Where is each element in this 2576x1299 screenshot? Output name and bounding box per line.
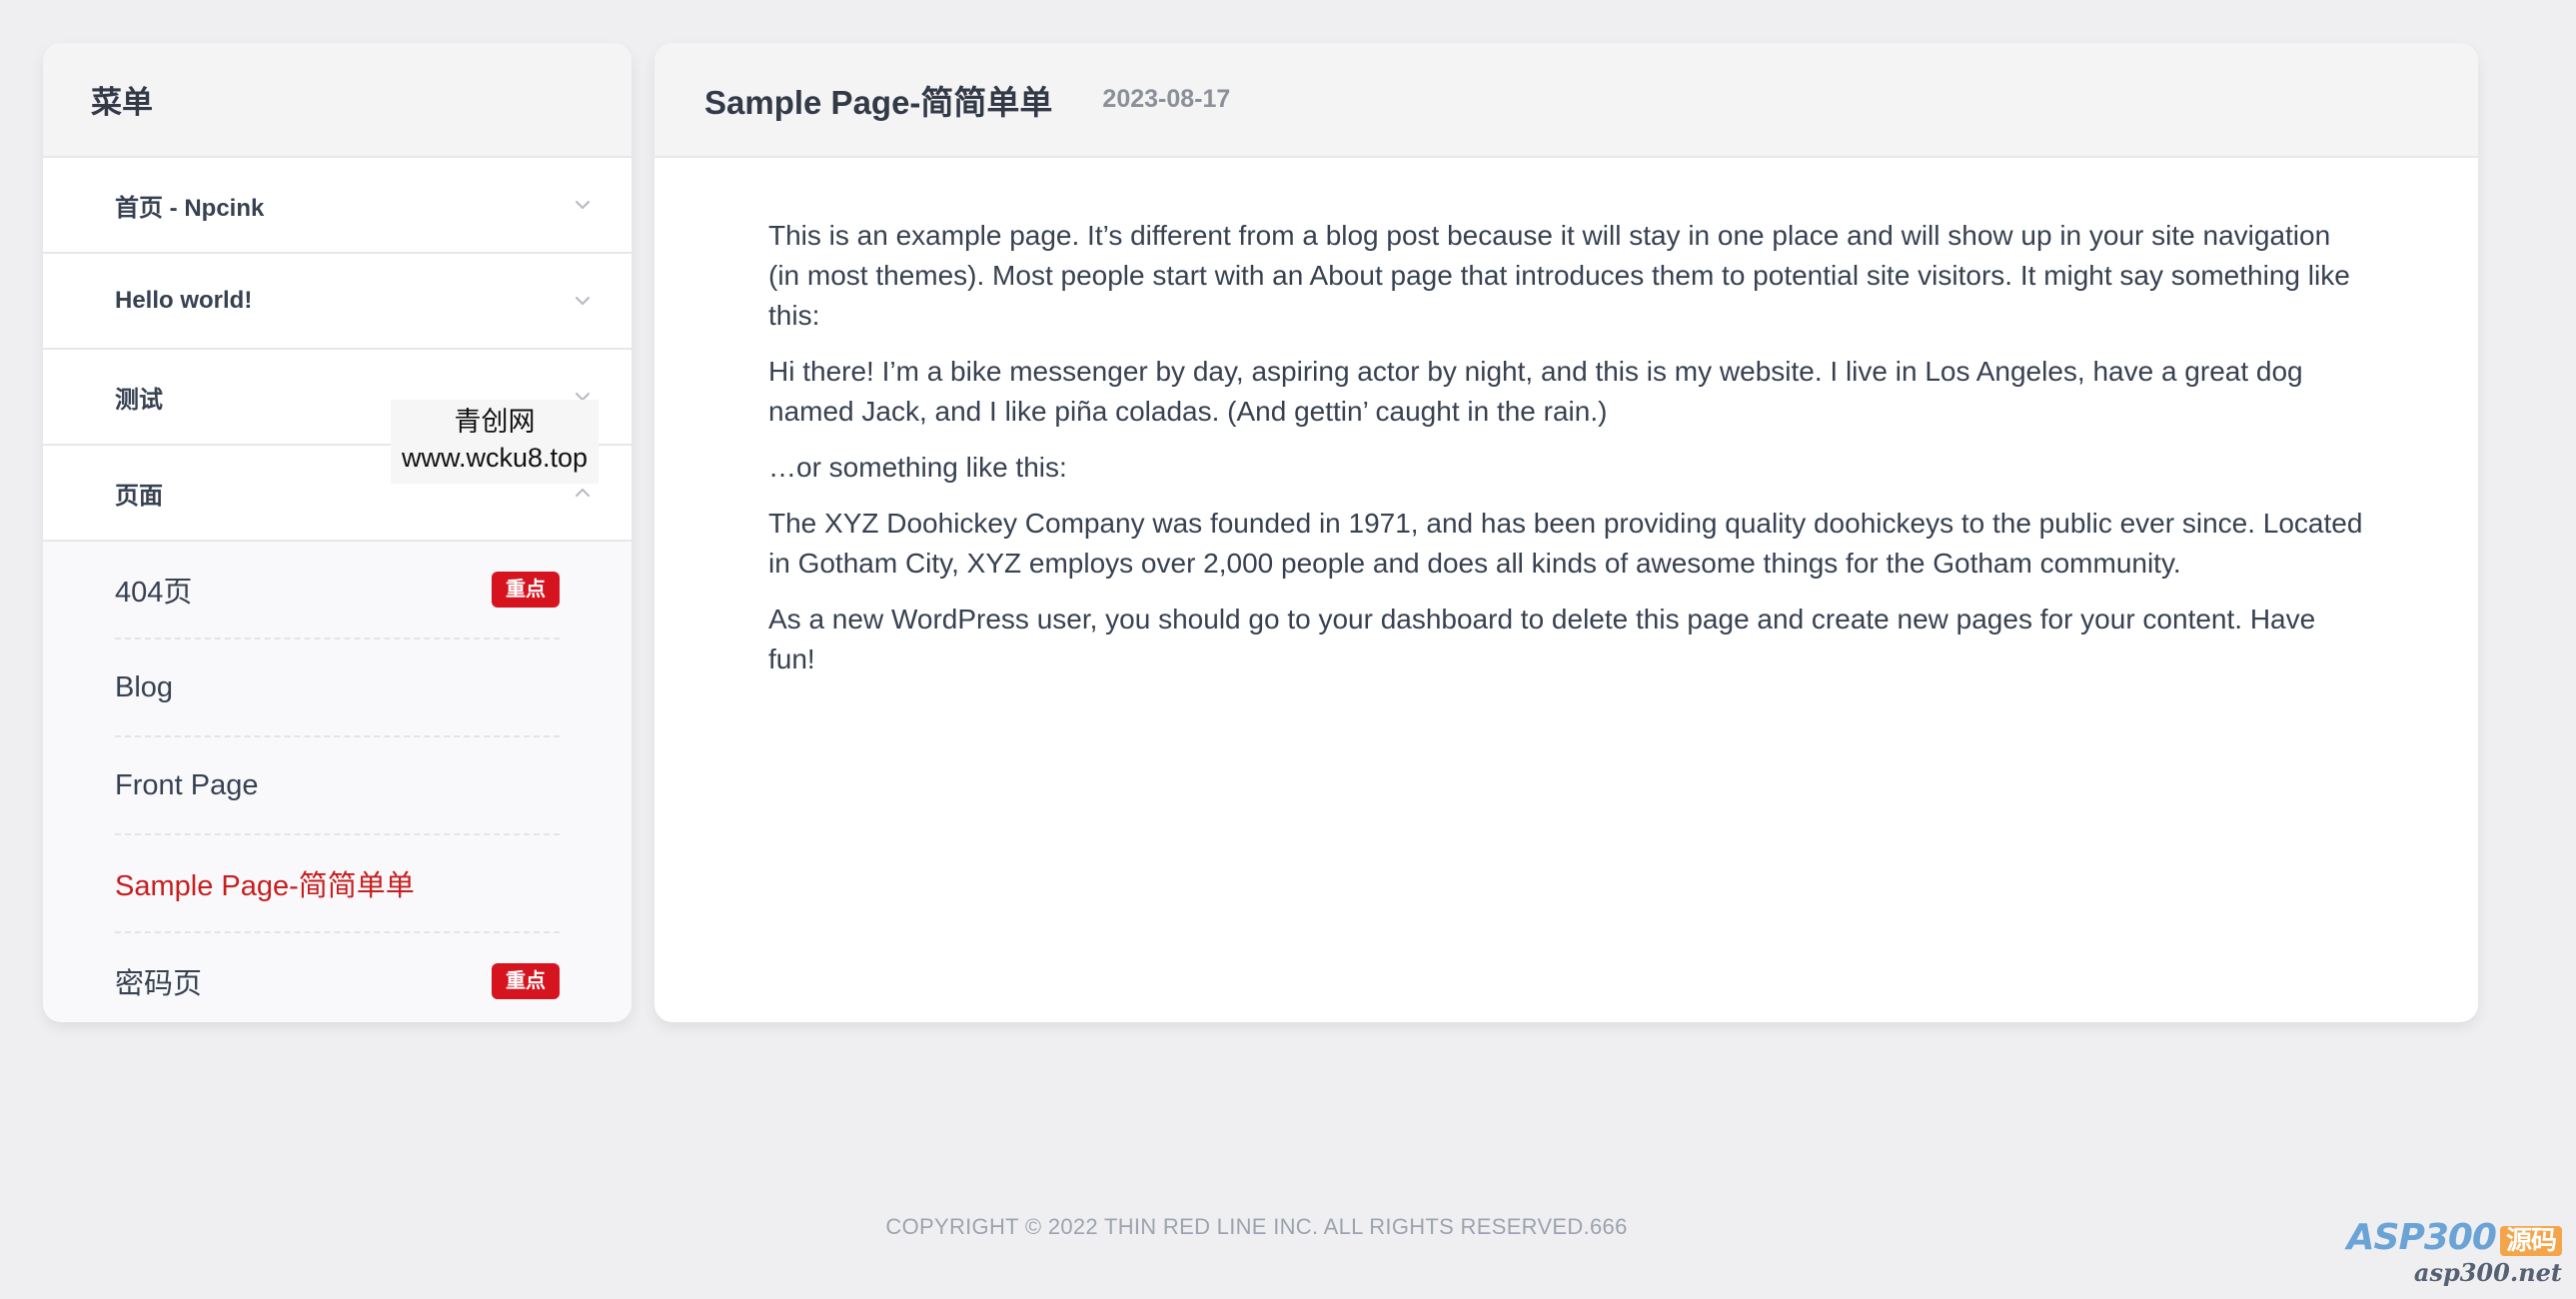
chevron-up-icon	[575, 488, 591, 498]
chevron-down-icon	[575, 296, 591, 306]
article-paragraph: Hi there! I’m a bike messenger by day, a…	[768, 356, 2303, 427]
menu-group-label: 首页 - Npcink	[115, 194, 265, 222]
chevron-down-icon	[575, 200, 591, 210]
brand-logo: ASP300 源码	[2347, 1217, 2562, 1258]
pages-submenu: 404页 重点 Blog Front Page Sample Page-简简单单…	[43, 542, 632, 1022]
sidebar-item-label: 404页	[115, 577, 193, 609]
watermark-overlay: 青创网 www.wcku8.top	[391, 400, 599, 484]
menu-group-hello-world[interactable]: Hello world!	[43, 254, 632, 350]
article-paragraph: The XYZ Doohickey Company was founded in…	[768, 508, 2363, 579]
sidebar-title: 菜单	[43, 43, 632, 158]
article-paragraph: This is an example page. It’s different …	[768, 220, 2350, 331]
watermark-line-1: 青创网	[454, 407, 536, 437]
menu-group-label: 测试	[115, 386, 163, 414]
sidebar-item-label: Sample Page-简简单单	[115, 870, 415, 902]
sidebar-item-404[interactable]: 404页 重点	[115, 542, 560, 640]
sidebar-item-label: Blog	[115, 670, 174, 703]
sidebar-item-blog[interactable]: Blog	[115, 640, 560, 737]
footer-copyright: COPYRIGHT © 2022 THIN RED LINE INC. ALL …	[885, 1214, 1628, 1239]
sidebar-item-password-page[interactable]: 密码页 重点	[115, 933, 560, 1022]
article-body: This is an example page. It’s different …	[654, 158, 2478, 679]
sidebar-menu: 菜单 首页 - Npcink Hello world! 测试 页面 404页 重…	[43, 43, 632, 1022]
watermark-line-2: www.wcku8.top	[401, 443, 589, 473]
page-title: Sample Page-简简单单	[704, 83, 1053, 121]
page-date: 2023-08-17	[1102, 85, 1231, 113]
menu-group-label: 页面	[115, 482, 163, 510]
sidebar-item-label: Front Page	[115, 768, 259, 801]
featured-badge: 重点	[492, 572, 560, 608]
sidebar-item-label: 密码页	[115, 968, 203, 1000]
menu-group-label: Hello world!	[115, 287, 253, 314]
featured-badge: 重点	[492, 963, 560, 999]
article-paragraph: As a new WordPress user, you should go t…	[768, 604, 2316, 674]
content-card: Sample Page-简简单单 2023-08-17 This is an e…	[654, 43, 2478, 1022]
brand-tag: 源码	[2499, 1226, 2562, 1256]
brand-domain: asp300.net	[2413, 1258, 2562, 1287]
menu-group-home[interactable]: 首页 - Npcink	[43, 158, 632, 254]
content-header: Sample Page-简简单单 2023-08-17	[654, 43, 2478, 158]
brand-name: ASP300	[2346, 1217, 2497, 1258]
corner-logo: ASP300 源码 asp300.net	[2347, 1217, 2562, 1287]
sidebar-item-sample-page[interactable]: Sample Page-简简单单	[115, 835, 560, 933]
article-paragraph: …or something like this:	[768, 452, 1067, 483]
sidebar-item-front-page[interactable]: Front Page	[115, 737, 560, 835]
